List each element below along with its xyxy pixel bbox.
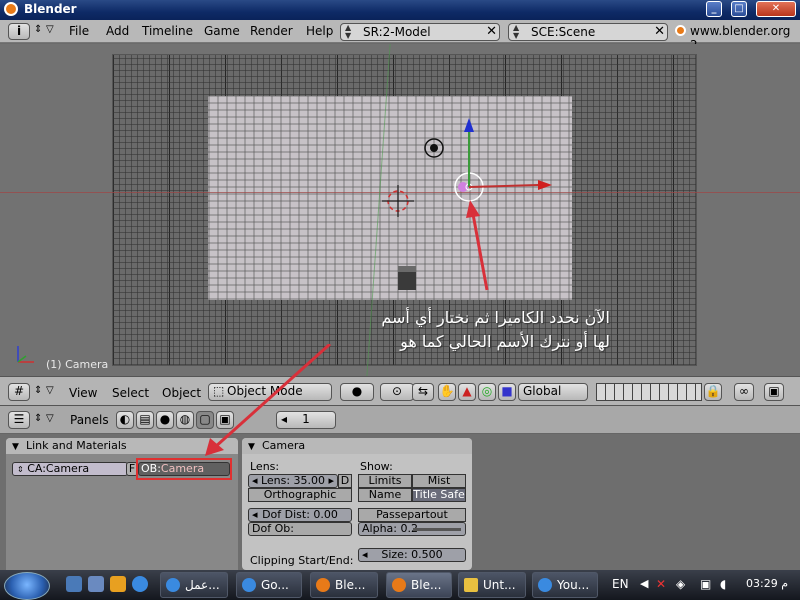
- menu-add[interactable]: Add: [106, 24, 129, 38]
- 3d-cursor-icon[interactable]: [382, 185, 414, 217]
- window-switch-icon[interactable]: [88, 576, 104, 592]
- limits-toggle[interactable]: Limits: [358, 474, 412, 488]
- size-value[interactable]: Size: 0.500: [381, 548, 442, 561]
- editor-type-arrow-icon[interactable]: ⇕: [34, 24, 42, 35]
- layer-buttons[interactable]: [596, 383, 702, 401]
- hand-manipulator-icon[interactable]: ✋: [438, 383, 456, 401]
- screen-delete-icon[interactable]: ✕: [486, 24, 497, 40]
- task-label: You...: [557, 578, 590, 592]
- ie-icon: [538, 578, 552, 592]
- link-icon[interactable]: ∞: [734, 383, 754, 401]
- passepartout-toggle[interactable]: Passepartout: [358, 508, 466, 522]
- task-label: Unt...: [483, 578, 516, 592]
- ie-icon: [242, 578, 256, 592]
- menu-render[interactable]: Render: [250, 24, 293, 38]
- info-header: i ⇕ ▽ File Add Timeline Game Render Help…: [0, 20, 800, 52]
- dof-decrement-icon[interactable]: ◂: [252, 509, 258, 521]
- tray-volume-icon[interactable]: ◖: [720, 577, 726, 591]
- taskbar-item-2[interactable]: Go...: [236, 572, 302, 598]
- menu-file[interactable]: File: [69, 24, 89, 38]
- buttons-area: ▼ Link and Materials ⇕ CA:Camera F OB:Ca…: [0, 344, 800, 570]
- close-button[interactable]: ✕: [756, 1, 796, 17]
- title-safe-toggle[interactable]: Title Safe: [412, 488, 466, 502]
- scene-browse-icon[interactable]: ▲ ▼: [513, 24, 519, 40]
- task-label: عمل...: [185, 578, 220, 592]
- render-icon[interactable]: ▣: [764, 383, 784, 401]
- lock-icon[interactable]: 🔒: [704, 383, 722, 401]
- taskbar-item-3[interactable]: Ble...: [310, 572, 378, 598]
- tray-shield-icon[interactable]: ◈: [676, 577, 685, 591]
- lens-increment-icon[interactable]: ▸: [328, 475, 334, 487]
- alpha-slider[interactable]: Alpha: 0.2: [358, 522, 466, 536]
- blender-icon: [392, 578, 406, 592]
- minimize-button[interactable]: _: [706, 1, 722, 17]
- snap-icon[interactable]: ⇆: [412, 383, 434, 401]
- transform-manipulator-icon[interactable]: [464, 118, 552, 190]
- tray-expand-icon[interactable]: ◀: [640, 577, 648, 590]
- orientation-selector[interactable]: Global: [518, 383, 588, 401]
- ie-icon: [166, 578, 180, 592]
- show-desktop-icon[interactable]: [66, 576, 82, 592]
- title-bar: Blender _ □ ✕: [0, 0, 800, 20]
- window-title: Blender: [24, 2, 77, 16]
- clock[interactable]: 03:29 م: [746, 577, 788, 590]
- alpha-slider-track[interactable]: [413, 528, 461, 531]
- size-field[interactable]: ◂ Size: 0.500: [358, 548, 466, 562]
- orthographic-toggle[interactable]: Orthographic: [248, 488, 352, 502]
- blender-logo-icon: [4, 2, 18, 16]
- taskbar-item-5[interactable]: Unt...: [458, 572, 526, 598]
- tray-network-error-icon[interactable]: ✕: [656, 577, 666, 591]
- paint-icon: [464, 578, 478, 592]
- degrees-toggle[interactable]: D: [338, 474, 352, 488]
- task-label: Ble...: [411, 578, 442, 592]
- scale-icon[interactable]: ■: [498, 383, 516, 401]
- collapse-menu-icon[interactable]: ▽: [46, 24, 54, 35]
- 3d-viewport[interactable]: (1) Camera الآن نحدد الكاميرا ثم نختار أ…: [0, 44, 800, 376]
- menu-game[interactable]: Game: [204, 24, 240, 38]
- dof-distance-field[interactable]: ◂ Dof Dist: 0.00: [248, 508, 352, 522]
- annotation-line-1: الآن نحدد الكاميرا ثم نختار أي أسم: [381, 308, 610, 327]
- maximize-button[interactable]: □: [731, 1, 747, 17]
- browse-icon[interactable]: ⇕: [17, 465, 24, 474]
- menu-help[interactable]: Help: [306, 24, 333, 38]
- taskbar-item-1[interactable]: عمل...: [160, 572, 228, 598]
- scene-selector[interactable]: ▲ ▼ SCE:Scene ✕: [508, 23, 668, 41]
- dof-object-field[interactable]: Dof Ob:: [248, 522, 352, 536]
- size-decrement-icon[interactable]: ◂: [362, 549, 368, 561]
- name-toggle[interactable]: Name: [358, 488, 412, 502]
- task-label: Ble...: [335, 578, 366, 592]
- browser-quicklaunch-icon[interactable]: [132, 576, 148, 592]
- orientation-label[interactable]: Global: [523, 384, 561, 398]
- mist-toggle[interactable]: Mist: [412, 474, 466, 488]
- annotation-arrow-icon: [466, 200, 489, 291]
- tray-connection-icon[interactable]: ▣: [700, 577, 711, 591]
- start-button-icon[interactable]: [4, 572, 50, 600]
- screen-browse-icon[interactable]: ▲ ▼: [345, 24, 351, 40]
- screen-selector[interactable]: ▲ ▼ SR:2-Model ✕: [340, 23, 500, 41]
- info-editor-type-button[interactable]: i: [8, 23, 30, 40]
- screen-name[interactable]: SR:2-Model: [363, 25, 431, 39]
- taskbar-item-4[interactable]: Ble...: [386, 572, 452, 598]
- clipping-label: Clipping Start/End:: [250, 554, 354, 567]
- translate-icon[interactable]: ▲: [458, 383, 476, 401]
- lens-value[interactable]: Lens: 35.00: [261, 474, 325, 487]
- task-label: Go...: [261, 578, 289, 592]
- lens-decrement-icon[interactable]: ◂: [252, 475, 258, 487]
- lamp-object[interactable]: [424, 138, 444, 158]
- scene-name[interactable]: SCE:Scene: [531, 25, 595, 39]
- annotation-arrow-2: [205, 344, 332, 456]
- rotate-icon[interactable]: ◎: [478, 383, 496, 401]
- alpha-value[interactable]: Alpha: 0.2: [362, 522, 418, 535]
- menu-timeline[interactable]: Timeline: [142, 24, 193, 38]
- dof-distance-value[interactable]: Dof Dist: 0.00: [262, 508, 338, 521]
- blender-icon: [316, 578, 330, 592]
- lens-field[interactable]: ◂ Lens: 35.00 ▸: [248, 474, 338, 488]
- blender-org-icon: [675, 25, 686, 36]
- media-player-icon[interactable]: [110, 576, 126, 592]
- taskbar-item-6[interactable]: You...: [532, 572, 598, 598]
- language-indicator[interactable]: EN: [612, 577, 629, 591]
- camera-data-field[interactable]: ⇕ CA:Camera: [12, 462, 128, 476]
- cube-object[interactable]: [398, 266, 416, 290]
- scene-delete-icon[interactable]: ✕: [654, 24, 665, 40]
